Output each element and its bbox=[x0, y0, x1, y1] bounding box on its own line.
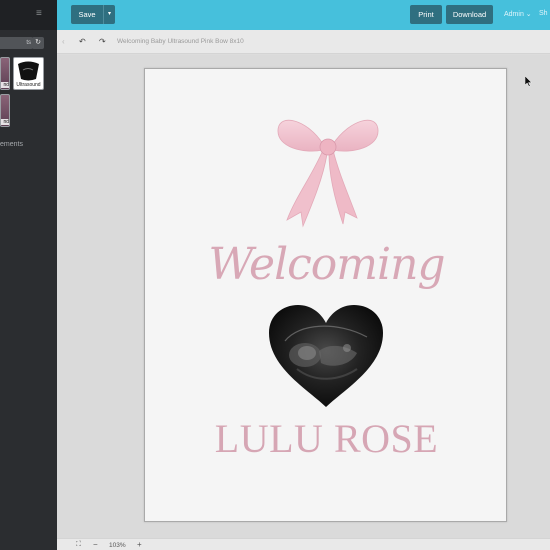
thumbnail-label: nd bbox=[1, 82, 9, 88]
refresh-icon[interactable]: ↻ bbox=[32, 37, 44, 49]
topbar-left-panel: ≡ bbox=[0, 0, 57, 30]
pink-bow-graphic[interactable] bbox=[273, 114, 383, 232]
mouse-cursor-icon bbox=[525, 76, 533, 87]
save-options-chevron-down-icon[interactable]: ▾ bbox=[103, 5, 115, 24]
chevron-left-icon[interactable]: ‹ bbox=[62, 37, 65, 46]
zoom-bar: ⛶ − 103% + bbox=[57, 538, 550, 550]
share-menu[interactable]: Sh bbox=[539, 10, 548, 17]
download-button[interactable]: Download bbox=[446, 5, 493, 24]
thumbnail-label: nd bbox=[1, 119, 9, 125]
zoom-level: 103% bbox=[109, 542, 126, 549]
ultrasound-heart-image[interactable] bbox=[267, 303, 385, 409]
fit-screen-icon[interactable]: ⛶ bbox=[76, 541, 81, 549]
thumbnail-item[interactable]: nd bbox=[0, 94, 10, 127]
document-title: Welcoming Baby Ultrasound Pink Bow 8x10 bbox=[117, 38, 244, 45]
hamburger-icon[interactable]: ≡ bbox=[36, 9, 46, 19]
elements-section-label[interactable]: ements bbox=[0, 141, 23, 148]
print-button[interactable]: Print bbox=[410, 5, 442, 24]
design-canvas[interactable]: Welcoming LULU ROSE bbox=[57, 55, 550, 538]
thumbnail-label: Ultrasound bbox=[14, 82, 43, 88]
ultrasound-thumbnail-image bbox=[14, 58, 43, 82]
redo-icon[interactable]: ↷ bbox=[99, 37, 106, 46]
save-button[interactable]: Save bbox=[71, 5, 103, 24]
left-sidebar: ts ↻ nd Ultrasound nd ements bbox=[0, 30, 57, 550]
thumbnail-item-ultrasound[interactable]: Ultrasound bbox=[13, 57, 44, 90]
zoom-out-button[interactable]: − bbox=[93, 540, 98, 549]
welcoming-heading[interactable]: Welcoming bbox=[145, 239, 508, 290]
editor-toolbar: ‹ ↶ ↷ Welcoming Baby Ultrasound Pink Bow… bbox=[57, 30, 550, 54]
thumbnail-item[interactable]: nd bbox=[0, 57, 10, 90]
search-input[interactable]: ts bbox=[0, 37, 33, 49]
zoom-in-button[interactable]: + bbox=[137, 540, 142, 549]
top-bar: ≡ Save ▾ Print Download Admin ⌄ Sh bbox=[0, 0, 550, 30]
baby-name-text[interactable]: LULU ROSE bbox=[145, 415, 508, 462]
admin-menu[interactable]: Admin ⌄ bbox=[504, 10, 532, 18]
undo-icon[interactable]: ↶ bbox=[79, 37, 86, 46]
design-page[interactable]: Welcoming LULU ROSE bbox=[144, 68, 507, 522]
